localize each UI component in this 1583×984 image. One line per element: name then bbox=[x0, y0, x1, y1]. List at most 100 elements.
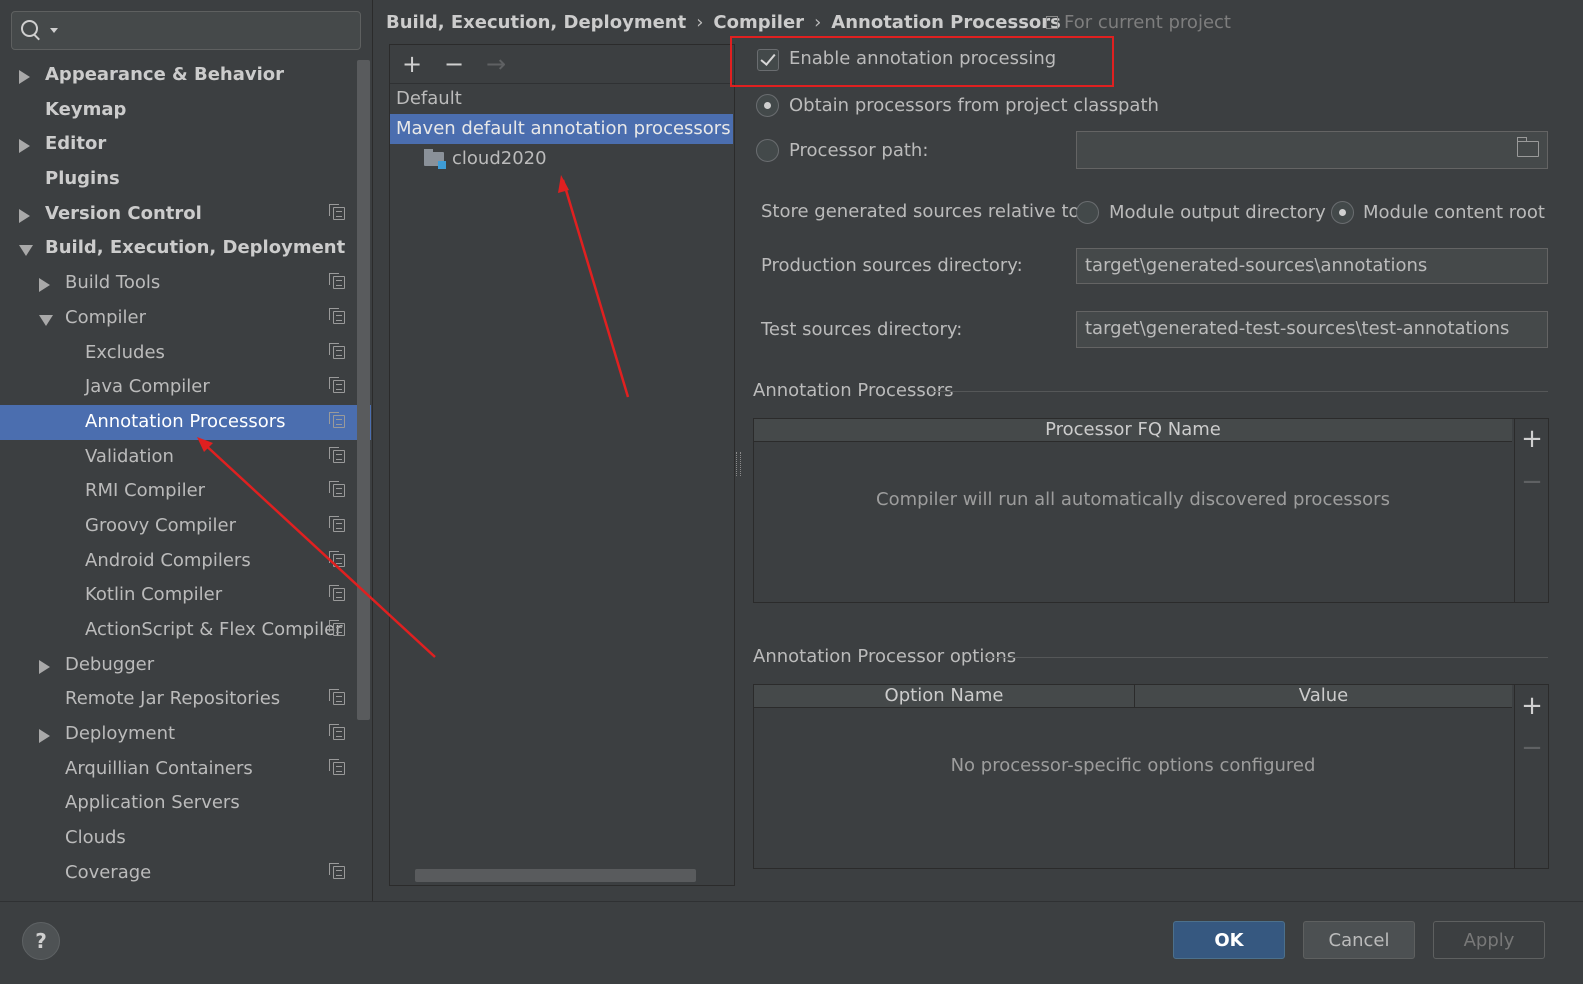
project-scope-icon bbox=[329, 446, 345, 463]
sidebar-item-label: ActionScript & Flex Compiler bbox=[85, 619, 343, 640]
profiles-horizontal-scrollbar[interactable] bbox=[415, 869, 696, 882]
obtain-from-classpath-radio[interactable] bbox=[756, 94, 779, 117]
project-scope-icon bbox=[329, 307, 345, 324]
sidebar-item[interactable]: RMI Compiler bbox=[0, 474, 371, 509]
sidebar-item[interactable]: Annotation Processors bbox=[0, 404, 371, 440]
breadcrumb-separator: › bbox=[696, 12, 704, 33]
ok-button[interactable]: OK bbox=[1173, 921, 1285, 959]
sidebar-item[interactable]: Excludes bbox=[0, 336, 371, 371]
breadcrumb-separator: › bbox=[814, 12, 822, 33]
obtain-from-classpath-label[interactable]: Obtain processors from project classpath bbox=[789, 93, 1159, 119]
processor-path-field[interactable] bbox=[1076, 131, 1548, 169]
cancel-button[interactable]: Cancel bbox=[1303, 921, 1415, 959]
module-content-root-radio[interactable] bbox=[1331, 201, 1354, 224]
project-scope-icon bbox=[329, 862, 345, 879]
sidebar-item-label: Build, Execution, Deployment bbox=[45, 237, 346, 259]
sidebar-item[interactable]: Clouds bbox=[0, 821, 371, 856]
settings-tree: Appearance & Behavior Keymap Editor Plugins… bbox=[0, 58, 371, 891]
processor-path-label[interactable]: Processor path: bbox=[789, 138, 928, 164]
sidebar-item[interactable]: Java Compiler bbox=[0, 370, 371, 405]
chevron-down-icon[interactable] bbox=[50, 28, 58, 33]
sidebar-item-label: Deployment bbox=[65, 723, 176, 745]
expand-right-icon[interactable] bbox=[39, 278, 50, 293]
remove-profile-button[interactable]: − bbox=[441, 51, 467, 77]
processor-fq-name-header[interactable]: Processor FQ Name bbox=[754, 419, 1512, 442]
module-output-radio[interactable] bbox=[1076, 201, 1099, 224]
project-scope-icon bbox=[329, 377, 345, 394]
module-label: cloud2020 bbox=[452, 148, 547, 169]
expand-right-icon[interactable] bbox=[39, 659, 50, 674]
add-profile-button[interactable]: + bbox=[399, 51, 425, 77]
help-button[interactable]: ? bbox=[22, 922, 60, 960]
processor-path-radio[interactable] bbox=[756, 139, 779, 162]
sidebar-item[interactable]: Android Compilers bbox=[0, 544, 371, 579]
breadcrumb-item[interactable]: Compiler bbox=[713, 12, 804, 33]
options-table[interactable]: Option Name Value No processor-specific … bbox=[753, 684, 1549, 869]
sidebar-item[interactable]: Coverage bbox=[0, 856, 371, 891]
remove-option-button[interactable]: − bbox=[1515, 735, 1549, 761]
expand-right-icon[interactable] bbox=[39, 729, 50, 744]
expand-right-icon[interactable] bbox=[19, 139, 30, 154]
sidebar-item[interactable]: ActionScript & Flex Compiler bbox=[0, 613, 371, 648]
project-scope-icon bbox=[329, 689, 345, 706]
sidebar-item-label: Build Tools bbox=[65, 272, 161, 294]
project-scope-icon bbox=[329, 585, 345, 602]
expand-down-icon[interactable] bbox=[39, 314, 53, 326]
remove-processor-button[interactable]: − bbox=[1515, 469, 1549, 495]
module-folder-icon bbox=[424, 149, 446, 169]
processor-options-title: Annotation Processor options bbox=[753, 646, 1017, 667]
sidebar-item[interactable]: Version Control bbox=[0, 197, 371, 232]
sidebar-item[interactable]: Plugins bbox=[0, 162, 371, 197]
sidebar-item[interactable]: Kotlin Compiler bbox=[0, 578, 371, 613]
project-scope-icon bbox=[1046, 16, 1058, 29]
section-divider bbox=[985, 657, 1548, 658]
test-dir-field[interactable]: target\generated-test-sources\test-annot… bbox=[1076, 311, 1548, 348]
sidebar-item-label: Version Control bbox=[45, 202, 202, 224]
breadcrumb-item[interactable]: Build, Execution, Deployment bbox=[386, 12, 686, 33]
module-output-label[interactable]: Module output directory bbox=[1109, 200, 1326, 226]
processors-empty-text: Compiler will run all automatically disc… bbox=[876, 489, 1390, 510]
sidebar-item[interactable]: Groovy Compiler bbox=[0, 509, 371, 544]
folder-open-icon[interactable] bbox=[1517, 137, 1539, 157]
search-input[interactable] bbox=[11, 11, 361, 50]
expand-right-icon[interactable] bbox=[19, 208, 30, 223]
sidebar-item-label: Application Servers bbox=[65, 792, 240, 814]
project-scope-icon bbox=[329, 550, 345, 567]
sidebar-item[interactable]: Application Servers bbox=[0, 786, 371, 821]
breadcrumb: Build, Execution, Deployment › Compiler › An… bbox=[386, 10, 1061, 36]
sidebar-item-label: Editor bbox=[45, 133, 107, 155]
sidebar-item[interactable]: Deployment bbox=[0, 717, 371, 752]
profile-maven-default[interactable]: Maven default annotation processors prof… bbox=[390, 114, 733, 144]
sidebar-item[interactable]: Compiler bbox=[0, 301, 371, 336]
sidebar-item[interactable]: Appearance & Behavior bbox=[0, 58, 371, 93]
project-scope-icon bbox=[329, 758, 345, 775]
sidebar-item[interactable]: Editor bbox=[0, 127, 371, 162]
expand-right-icon[interactable] bbox=[19, 70, 30, 84]
move-to-profile-button[interactable]: → bbox=[483, 51, 509, 77]
profile-default[interactable]: Default bbox=[396, 84, 462, 114]
expand-down-icon[interactable] bbox=[19, 245, 33, 257]
sidebar-scrollbar[interactable] bbox=[357, 60, 370, 720]
sidebar-item-label: Validation bbox=[85, 445, 174, 467]
sidebar-item[interactable]: Validation bbox=[0, 440, 371, 475]
sidebar-item[interactable]: Build Tools bbox=[0, 266, 371, 301]
sidebar-item-label: Compiler bbox=[65, 306, 147, 328]
project-scope-icon bbox=[329, 203, 345, 220]
sidebar-item[interactable]: Remote Jar Repositories bbox=[0, 682, 371, 717]
processors-table[interactable]: Processor FQ Name Compiler will run all … bbox=[753, 418, 1549, 603]
option-value-header[interactable]: Value bbox=[1135, 685, 1512, 708]
profile-module-item[interactable]: cloud2020 bbox=[390, 144, 733, 174]
sidebar-item[interactable]: Build, Execution, Deployment bbox=[0, 231, 371, 266]
sidebar-item-label: Keymap bbox=[45, 98, 127, 120]
module-content-root-label[interactable]: Module content root bbox=[1363, 200, 1545, 226]
production-dir-field[interactable]: target\generated-sources\annotations bbox=[1076, 248, 1548, 284]
sidebar-item[interactable]: Debugger bbox=[0, 648, 371, 683]
sidebar-item[interactable]: Keymap bbox=[0, 93, 371, 128]
option-name-header[interactable]: Option Name bbox=[754, 685, 1135, 708]
add-option-button[interactable]: + bbox=[1515, 693, 1549, 719]
sidebar-item[interactable]: Arquillian Containers bbox=[0, 752, 371, 787]
apply-button[interactable]: Apply bbox=[1433, 921, 1545, 959]
settings-sidebar: Appearance & Behavior Keymap Editor Plugins… bbox=[0, 0, 373, 910]
splitter-handle[interactable] bbox=[736, 452, 741, 476]
add-processor-button[interactable]: + bbox=[1515, 426, 1549, 452]
